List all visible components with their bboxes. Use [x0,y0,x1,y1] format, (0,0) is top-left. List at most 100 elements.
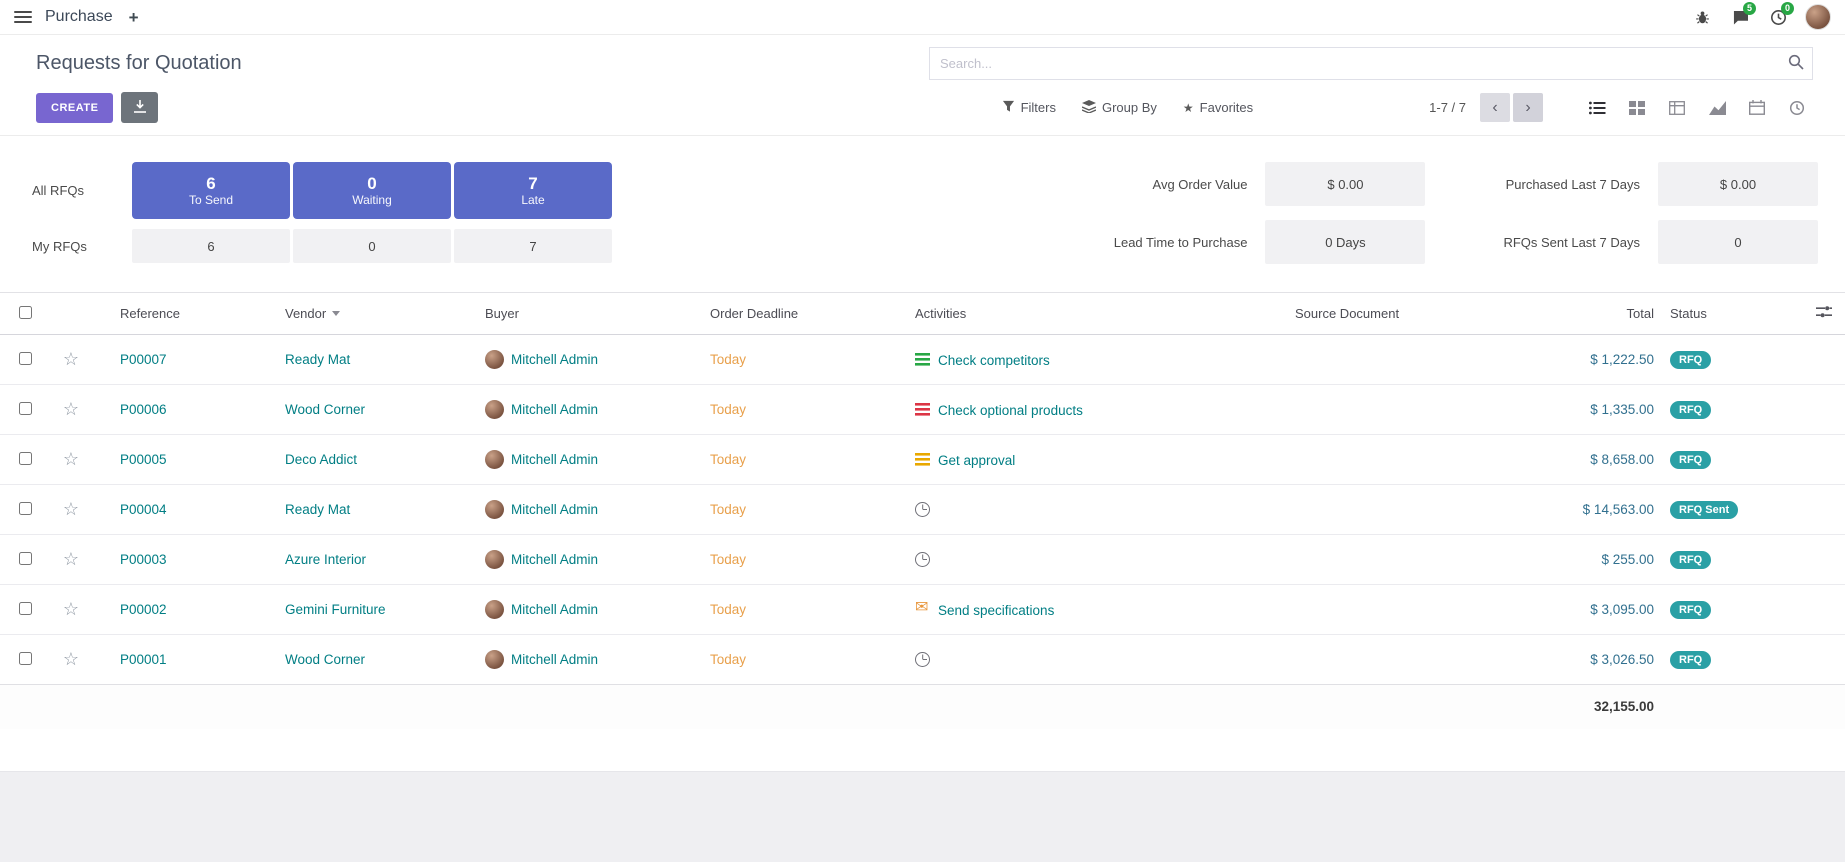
favorites-button[interactable]: Favorites [1183,100,1253,115]
app-name[interactable]: Purchase [45,8,113,26]
pivot-view-icon[interactable] [1657,94,1697,122]
favorite-star-icon[interactable] [63,553,79,568]
pager-next-button[interactable] [1513,93,1543,122]
table-row[interactable]: P00007 Ready Mat Mitchell Admin Today Ch… [0,335,1845,385]
activity-icon[interactable] [915,652,930,667]
col-header-total[interactable]: Total [1522,293,1662,335]
search-icon[interactable] [1788,54,1804,73]
apps-menu-icon[interactable] [14,11,32,23]
activity-link[interactable]: Get approval [938,453,1015,468]
row-checkbox[interactable] [19,502,32,515]
col-header-vendor[interactable]: Vendor [277,293,477,335]
select-all-checkbox[interactable] [19,306,32,319]
my-waiting[interactable]: 0 [293,229,451,263]
row-checkbox[interactable] [19,352,32,365]
export-button[interactable] [121,92,158,123]
debug-bug-icon[interactable] [1691,6,1713,28]
buyer-link[interactable]: Mitchell Admin [511,602,598,617]
favorite-star-icon[interactable] [63,603,79,618]
top-navbar: Purchase + 5 0 [0,0,1845,35]
col-header-deadline[interactable]: Order Deadline [702,293,907,335]
kpi-to-send[interactable]: 6 To Send [132,162,290,219]
activity-icon[interactable] [915,352,931,367]
favorite-star-icon[interactable] [63,353,79,368]
new-tab-plus-icon[interactable]: + [129,9,139,26]
activity-link[interactable]: Check optional products [938,403,1083,418]
messages-icon[interactable]: 5 [1729,6,1751,28]
vendor-link[interactable]: Wood Corner [285,652,365,667]
search-box[interactable] [929,47,1813,80]
row-checkbox[interactable] [19,552,32,565]
row-checkbox[interactable] [19,652,32,665]
pager-range: 1-7 / 7 [1429,100,1466,115]
vendor-link[interactable]: Wood Corner [285,402,365,417]
vendor-link[interactable]: Ready Mat [285,352,350,367]
total-amount: $ 3,095.00 [1590,602,1654,617]
kpi-waiting[interactable]: 0 Waiting [293,162,451,219]
activity-icon[interactable] [915,502,930,517]
buyer-link[interactable]: Mitchell Admin [511,552,598,567]
optional-columns-button[interactable] [1802,293,1845,335]
favorite-star-icon[interactable] [63,503,79,518]
list-view-icon[interactable] [1577,94,1617,122]
group-by-button[interactable]: Group By [1082,100,1157,116]
row-checkbox[interactable] [19,602,32,615]
buyer-link[interactable]: Mitchell Admin [511,502,598,517]
row-checkbox[interactable] [19,452,32,465]
calendar-view-icon[interactable] [1737,94,1777,122]
activity-link[interactable]: Check competitors [938,353,1050,368]
vendor-link[interactable]: Gemini Furniture [285,602,386,617]
col-header-status[interactable]: Status [1662,293,1802,335]
activity-icon[interactable] [915,452,931,467]
table-row[interactable]: P00002 Gemini Furniture Mitchell Admin T… [0,585,1845,635]
reference-link[interactable]: P00005 [120,452,167,467]
source-document [1287,335,1522,385]
col-header-activities[interactable]: Activities [907,293,1287,335]
table-row[interactable]: P00003 Azure Interior Mitchell Admin Tod… [0,535,1845,585]
my-to-send[interactable]: 6 [132,229,290,263]
graph-view-icon[interactable] [1697,94,1737,122]
reference-link[interactable]: P00007 [120,352,167,367]
col-header-buyer[interactable]: Buyer [477,293,702,335]
stat-label-rfqs-sent-7d: RFQs Sent Last 7 Days [1503,235,1640,250]
buyer-link[interactable]: Mitchell Admin [511,402,598,417]
user-avatar[interactable] [1805,4,1831,30]
activity-icon[interactable] [915,402,931,417]
table-row[interactable]: P00006 Wood Corner Mitchell Admin Today … [0,385,1845,435]
buyer-link[interactable]: Mitchell Admin [511,352,598,367]
reference-link[interactable]: P00004 [120,502,167,517]
row-checkbox[interactable] [19,402,32,415]
kanban-view-icon[interactable] [1617,94,1657,122]
reference-link[interactable]: P00006 [120,402,167,417]
search-input[interactable] [940,56,1788,71]
table-row[interactable]: P00001 Wood Corner Mitchell Admin Today … [0,635,1845,685]
activity-icon[interactable] [915,602,931,617]
buyer-link[interactable]: Mitchell Admin [511,452,598,467]
favorite-star-icon[interactable] [63,653,79,668]
vendor-link[interactable]: Deco Addict [285,452,357,467]
buyer-link[interactable]: Mitchell Admin [511,652,598,667]
view-switcher [1577,94,1817,122]
reference-link[interactable]: P00003 [120,552,167,567]
activity-view-icon[interactable] [1777,94,1817,122]
activity-icon[interactable] [915,552,930,567]
table-row[interactable]: P00005 Deco Addict Mitchell Admin Today … [0,435,1845,485]
favorite-star-icon[interactable] [63,453,79,468]
reference-link[interactable]: P00001 [120,652,167,667]
col-header-reference[interactable]: Reference [92,293,277,335]
favorite-star-icon[interactable] [63,403,79,418]
activity-link[interactable]: Send specifications [938,603,1054,618]
my-late[interactable]: 7 [454,229,612,263]
table-row[interactable]: P00004 Ready Mat Mitchell Admin Today $ … [0,485,1845,535]
col-header-source[interactable]: Source Document [1287,293,1522,335]
vendor-link[interactable]: Ready Mat [285,502,350,517]
stat-value-rfqs-sent-7d: 0 [1658,220,1818,264]
pager-previous-button[interactable] [1480,93,1510,122]
kpi-late[interactable]: 7 Late [454,162,612,219]
vendor-link[interactable]: Azure Interior [285,552,366,567]
reference-link[interactable]: P00002 [120,602,167,617]
create-button[interactable]: CREATE [36,93,113,123]
stat-label-purchased-7d: Purchased Last 7 Days [1506,177,1640,192]
activities-clock-icon[interactable]: 0 [1767,6,1789,28]
filters-button[interactable]: Filters [1002,100,1056,116]
